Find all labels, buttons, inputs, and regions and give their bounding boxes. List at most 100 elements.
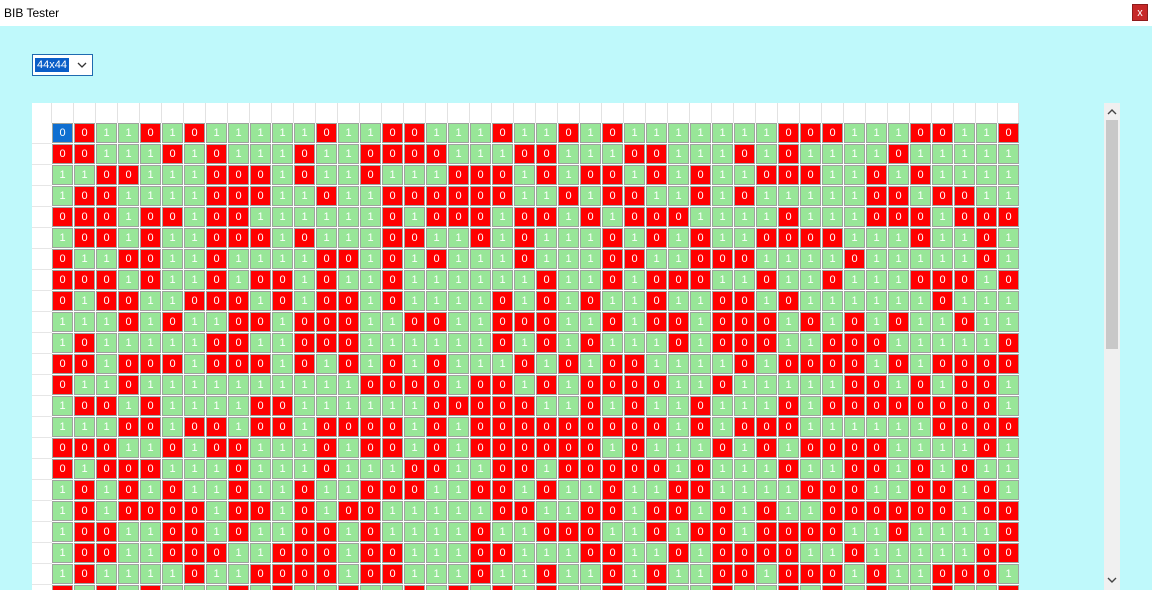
grid-cell[interactable]: 1	[228, 396, 249, 416]
grid-cell[interactable]: 0	[536, 165, 557, 185]
grid-cell[interactable]: 1	[998, 480, 1019, 500]
grid-cell[interactable]: 0	[646, 375, 667, 395]
grid-cell[interactable]: 1	[514, 165, 535, 185]
grid-cell[interactable]: 0	[316, 123, 337, 143]
grid-cell[interactable]: 0	[250, 564, 271, 584]
grid-cell[interactable]: 0	[228, 333, 249, 353]
grid-cell[interactable]: 0	[514, 501, 535, 521]
grid-cell[interactable]: 0	[52, 375, 73, 395]
grid-cell[interactable]: 1	[976, 459, 997, 479]
grid-cell[interactable]: 1	[734, 207, 755, 227]
grid-cell[interactable]: 1	[514, 543, 535, 563]
grid-cell[interactable]: 0	[646, 522, 667, 542]
grid-cell[interactable]: 1	[338, 480, 359, 500]
grid-cell[interactable]: 0	[536, 417, 557, 437]
grid-cell[interactable]: 1	[184, 396, 205, 416]
grid-cell[interactable]: 1	[536, 249, 557, 269]
grid-cell[interactable]: 0	[470, 543, 491, 563]
matrix-size-select[interactable]: 44x44	[32, 54, 93, 76]
grid-cell[interactable]: 1	[690, 312, 711, 332]
grid-cell[interactable]: 0	[822, 396, 843, 416]
grid-cell[interactable]: 1	[404, 396, 425, 416]
grid-cell[interactable]: 1	[140, 165, 161, 185]
grid-cell[interactable]: 1	[250, 585, 271, 590]
grid-cell[interactable]: 1	[756, 459, 777, 479]
grid-cell[interactable]: 0	[646, 228, 667, 248]
grid-cell[interactable]: 0	[250, 417, 271, 437]
grid-cell[interactable]: 1	[316, 354, 337, 374]
grid-cell[interactable]: 1	[844, 228, 865, 248]
grid-cell[interactable]: 0	[448, 186, 469, 206]
grid-cell[interactable]: 0	[888, 144, 909, 164]
grid-cell[interactable]: 0	[162, 522, 183, 542]
grid-cell[interactable]: 1	[690, 291, 711, 311]
grid-cell[interactable]: 1	[844, 270, 865, 290]
grid-cell[interactable]: 1	[184, 375, 205, 395]
grid-cell[interactable]: 0	[536, 480, 557, 500]
grid-cell[interactable]: 0	[492, 333, 513, 353]
grid-cell[interactable]: 1	[998, 396, 1019, 416]
grid-cell[interactable]: 0	[382, 228, 403, 248]
grid-cell[interactable]: 1	[954, 123, 975, 143]
grid-cell[interactable]: 1	[580, 564, 601, 584]
grid-cell[interactable]: 1	[74, 459, 95, 479]
grid-cell[interactable]: 1	[998, 564, 1019, 584]
grid-cell[interactable]: 1	[206, 522, 227, 542]
grid-cell[interactable]: 0	[294, 543, 315, 563]
grid-cell[interactable]: 1	[932, 375, 953, 395]
grid-cell[interactable]: 1	[96, 333, 117, 353]
grid-cell[interactable]: 1	[360, 291, 381, 311]
grid-cell[interactable]: 0	[470, 228, 491, 248]
grid-cell[interactable]: 0	[448, 396, 469, 416]
grid-cell[interactable]: 1	[778, 312, 799, 332]
grid-cell[interactable]: 1	[888, 270, 909, 290]
grid-cell[interactable]: 1	[712, 207, 733, 227]
grid-cell[interactable]: 1	[536, 459, 557, 479]
grid-cell[interactable]: 1	[492, 522, 513, 542]
grid-cell[interactable]: 1	[470, 312, 491, 332]
grid-cell[interactable]: 1	[932, 144, 953, 164]
grid-cell[interactable]: 1	[866, 228, 887, 248]
grid-cell[interactable]: 0	[536, 207, 557, 227]
grid-cell[interactable]: 1	[514, 375, 535, 395]
grid-cell[interactable]: 1	[338, 564, 359, 584]
grid-cell[interactable]: 1	[404, 249, 425, 269]
grid-cell[interactable]: 0	[228, 354, 249, 374]
grid-cell[interactable]: 1	[184, 312, 205, 332]
grid-cell[interactable]: 1	[206, 312, 227, 332]
grid-cell[interactable]: 0	[294, 144, 315, 164]
grid-cell[interactable]: 0	[536, 585, 557, 590]
grid-cell[interactable]: 1	[800, 270, 821, 290]
grid-cell[interactable]: 1	[888, 564, 909, 584]
grid-cell[interactable]: 1	[800, 459, 821, 479]
grid-cell[interactable]: 1	[800, 375, 821, 395]
grid-cell[interactable]: 0	[888, 396, 909, 416]
grid-cell[interactable]: 1	[822, 186, 843, 206]
grid-cell[interactable]: 0	[536, 270, 557, 290]
grid-cell[interactable]: 0	[536, 312, 557, 332]
grid-cell[interactable]: 1	[646, 249, 667, 269]
grid-cell[interactable]: 0	[734, 291, 755, 311]
grid-cell[interactable]: 1	[624, 228, 645, 248]
grid-cell[interactable]: 0	[382, 186, 403, 206]
grid-cell[interactable]: 0	[844, 396, 865, 416]
grid-cell[interactable]: 1	[888, 438, 909, 458]
grid-cell[interactable]: 1	[360, 186, 381, 206]
grid-cell[interactable]: 0	[602, 312, 623, 332]
grid-cell[interactable]: 1	[580, 186, 601, 206]
grid-cell[interactable]: 1	[52, 228, 73, 248]
grid-cell[interactable]: 1	[404, 564, 425, 584]
grid-cell[interactable]: 1	[184, 270, 205, 290]
grid-cell[interactable]: 0	[74, 123, 95, 143]
grid-cell[interactable]: 0	[382, 564, 403, 584]
grid-cell[interactable]: 0	[360, 417, 381, 437]
grid-cell[interactable]: 0	[712, 585, 733, 590]
grid-cell[interactable]: 1	[338, 459, 359, 479]
grid-cell[interactable]: 0	[470, 396, 491, 416]
grid-cell[interactable]: 0	[52, 291, 73, 311]
grid-cell[interactable]: 0	[734, 417, 755, 437]
grid-cell[interactable]: 1	[822, 291, 843, 311]
grid-cell[interactable]: 0	[910, 459, 931, 479]
grid-cell[interactable]: 0	[206, 270, 227, 290]
grid-cell[interactable]: 0	[514, 417, 535, 437]
